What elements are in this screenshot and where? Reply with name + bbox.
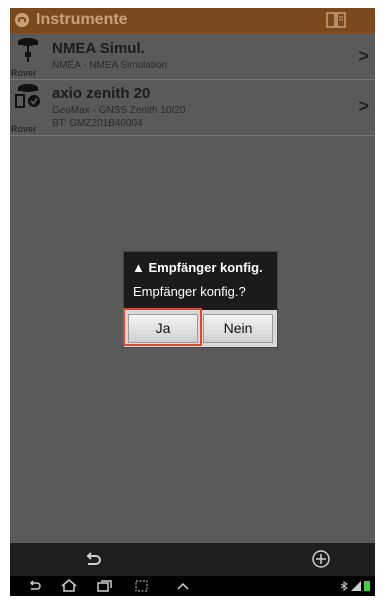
add-circle-icon[interactable] xyxy=(311,549,331,569)
back-arrow-icon[interactable] xyxy=(84,552,102,568)
title-bar: Instrumente xyxy=(10,8,375,33)
instrument-detail: BT: GMZ201B40004 xyxy=(52,118,143,129)
instrument-name: NMEA Simul. xyxy=(52,40,145,57)
dialog-message: Empfänger konfig.? xyxy=(133,284,246,299)
back-icon[interactable] xyxy=(28,580,42,591)
highlight-box xyxy=(123,308,202,346)
page-title: Instrumente xyxy=(36,11,128,28)
antenna-connected-icon xyxy=(15,84,40,108)
instrument-role: Rover xyxy=(11,68,37,78)
home-icon[interactable] xyxy=(61,579,77,592)
app-logo-icon xyxy=(15,13,29,27)
chevron-right-icon: > xyxy=(358,46,369,66)
warning-icon: ▲ xyxy=(132,260,145,275)
bottom-action-bar xyxy=(10,543,375,576)
signal-icon xyxy=(351,581,361,591)
chevron-right-icon: > xyxy=(358,96,369,116)
antenna-icon xyxy=(18,38,38,62)
screenshot-icon[interactable] xyxy=(135,580,148,592)
cancel-button[interactable]: Nein xyxy=(203,314,273,343)
recent-apps-icon[interactable] xyxy=(97,580,112,592)
dialog-title: ▲ Empfänger konfig. xyxy=(132,260,263,275)
bluetooth-icon xyxy=(340,581,348,591)
chevron-up-icon[interactable] xyxy=(177,582,189,590)
screen: Instrumente Rover NMEA Simul. NMEA - NME… xyxy=(10,8,375,596)
dialog-title-text: Empfänger konfig. xyxy=(148,260,263,275)
instrument-item-nmea[interactable]: Rover NMEA Simul. NMEA - NMEA Simulation… xyxy=(10,33,375,80)
instrument-role: Rover xyxy=(11,124,37,134)
battery-icon xyxy=(364,581,370,591)
instrument-description: GeoMax - GNSS Zenith 10/20 xyxy=(52,105,186,116)
instrument-item-axio[interactable]: Rover axio zenith 20 GeoMax - GNSS Zenit… xyxy=(10,80,375,136)
instrument-name: axio zenith 20 xyxy=(52,85,151,102)
device-panel-icon[interactable] xyxy=(326,12,346,28)
instrument-description: NMEA - NMEA Simulation xyxy=(52,60,168,71)
system-nav-bar xyxy=(10,576,375,596)
